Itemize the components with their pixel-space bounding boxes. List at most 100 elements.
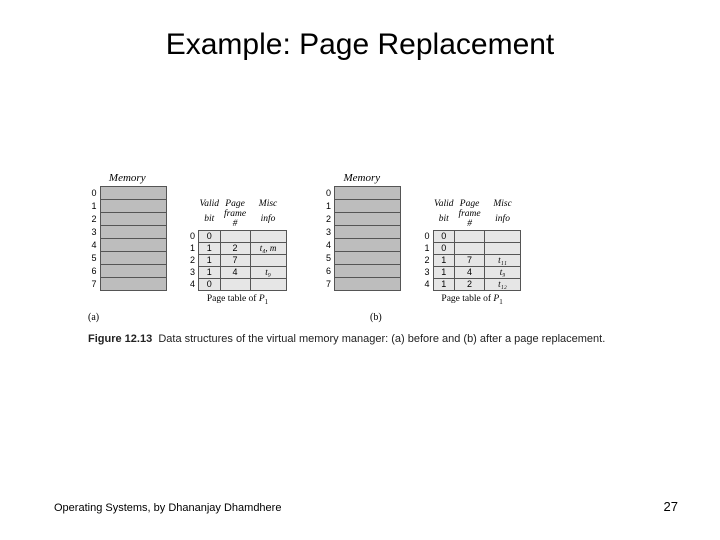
memory-cell — [100, 213, 166, 226]
pt-header: frame # — [455, 210, 485, 230]
pt-frame: 4 — [220, 266, 250, 278]
memory-cell — [335, 278, 401, 291]
pt-row-index: 4 — [423, 278, 433, 290]
memory-heading-a: Memory — [88, 172, 167, 184]
pt-header: Misc — [250, 200, 286, 210]
memory-b: Memory 01234567 — [323, 172, 402, 291]
figure-caption-label: Figure 12.13 — [88, 333, 152, 345]
memory-row-index: 6 — [88, 265, 100, 278]
memory-cell — [100, 239, 166, 252]
slide-title: Example: Page Replacement — [0, 28, 720, 62]
pt-row-index: 4 — [189, 278, 199, 290]
pt-valid-bit: 0 — [199, 278, 221, 290]
memory-row-index: 6 — [323, 265, 335, 278]
pt-frame: 2 — [455, 278, 485, 290]
pt-misc — [485, 242, 521, 254]
pt-frame: 7 — [220, 254, 250, 266]
pt-misc: t₉ — [250, 266, 286, 278]
memory-cell — [335, 226, 401, 239]
pt-row-index: 1 — [189, 242, 199, 254]
pt-row-index: 0 — [423, 230, 433, 242]
pt-cap-sub-b: 1 — [499, 298, 503, 306]
pt-row-index: 2 — [189, 254, 199, 266]
memory-row-index: 3 — [323, 226, 335, 239]
memory-table-a: 01234567 — [88, 186, 167, 291]
pt-cap-prefix: Page table of — [207, 294, 259, 304]
figure-caption-text: Data structures of the virtual memory ma… — [158, 333, 605, 345]
pt-header: info — [250, 210, 286, 230]
pt-misc: t₉ — [485, 266, 521, 278]
figure-area: Memory 01234567 ValidPageMiscbitframe #i… — [88, 172, 648, 347]
pt-header: bit — [199, 210, 221, 230]
pagetable-b: ValidPageMiscbitframe #info0010217t₁₁314… — [423, 200, 521, 306]
memory-row-index: 5 — [323, 252, 335, 265]
memory-row-index: 7 — [88, 278, 100, 291]
pt-header: Valid — [433, 200, 455, 210]
pt-valid-bit: 1 — [199, 242, 221, 254]
memory-row-index: 0 — [323, 187, 335, 200]
memory-cell — [100, 226, 166, 239]
pt-valid-bit: 1 — [433, 254, 455, 266]
footer-right: 27 — [664, 499, 678, 514]
pt-row-index: 1 — [423, 242, 433, 254]
pt-misc: t₁₂ — [485, 278, 521, 290]
memory-cell — [100, 187, 166, 200]
slide: Example: Page Replacement Memory 0123456… — [0, 0, 720, 540]
pt-header: Valid — [199, 200, 221, 210]
pt-row-index: 3 — [423, 266, 433, 278]
pagetable-caption-a: Page table of P1 — [189, 294, 287, 306]
pt-row-index: 0 — [189, 230, 199, 242]
pt-header: info — [485, 210, 521, 230]
memory-cell — [100, 252, 166, 265]
memory-cell — [335, 200, 401, 213]
pt-header: frame # — [220, 210, 250, 230]
memory-cell — [100, 265, 166, 278]
memory-row-index: 3 — [88, 226, 100, 239]
memory-row-index: 0 — [88, 187, 100, 200]
pt-row-index: 2 — [423, 254, 433, 266]
pagetable-table-b: ValidPageMiscbitframe #info0010217t₁₁314… — [423, 200, 521, 291]
memory-a: Memory 01234567 — [88, 172, 167, 291]
pt-misc — [250, 254, 286, 266]
pt-cap-sub: 1 — [265, 298, 269, 306]
memory-row-index: 2 — [88, 213, 100, 226]
figure-panels: Memory 01234567 ValidPageMiscbitframe #i… — [88, 172, 648, 306]
pt-row-index: 3 — [189, 266, 199, 278]
footer-left: Operating Systems, by Dhananjay Dhamdher… — [54, 502, 281, 514]
pt-valid-bit: 0 — [199, 230, 221, 242]
pt-valid-bit: 0 — [433, 230, 455, 242]
pt-header: Misc — [485, 200, 521, 210]
pagetable-table-a: ValidPageMiscbitframe #info00112t₄, m217… — [189, 200, 287, 291]
figure-caption: Figure 12.13 Data structures of the virt… — [88, 332, 648, 347]
memory-cell — [100, 200, 166, 213]
memory-cell — [100, 278, 166, 291]
pt-misc — [485, 230, 521, 242]
pt-misc — [250, 278, 286, 290]
pt-valid-bit: 1 — [433, 278, 455, 290]
pt-frame — [455, 230, 485, 242]
pt-frame — [220, 230, 250, 242]
memory-row-index: 1 — [88, 200, 100, 213]
panel-label-b: (b) — [370, 312, 382, 323]
pt-frame: 2 — [220, 242, 250, 254]
memory-row-index: 1 — [323, 200, 335, 213]
memory-row-index: 4 — [88, 239, 100, 252]
pt-cap-prefix-b: Page table of — [441, 294, 493, 304]
panel-label-a: (a) — [88, 312, 99, 323]
memory-cell — [335, 252, 401, 265]
pt-misc — [250, 230, 286, 242]
pt-header: bit — [433, 210, 455, 230]
pt-valid-bit: 1 — [199, 254, 221, 266]
pt-frame — [455, 242, 485, 254]
memory-row-index: 4 — [323, 239, 335, 252]
pt-misc: t₁₁ — [485, 254, 521, 266]
pagetable-caption-b: Page table of P1 — [423, 294, 521, 306]
memory-table-b: 01234567 — [323, 186, 402, 291]
pt-valid-bit: 1 — [433, 266, 455, 278]
memory-row-index: 7 — [323, 278, 335, 291]
panel-a: Memory 01234567 ValidPageMiscbitframe #i… — [88, 172, 287, 306]
memory-cell — [335, 187, 401, 200]
pt-valid-bit: 0 — [433, 242, 455, 254]
memory-cell — [335, 213, 401, 226]
pt-frame: 4 — [455, 266, 485, 278]
